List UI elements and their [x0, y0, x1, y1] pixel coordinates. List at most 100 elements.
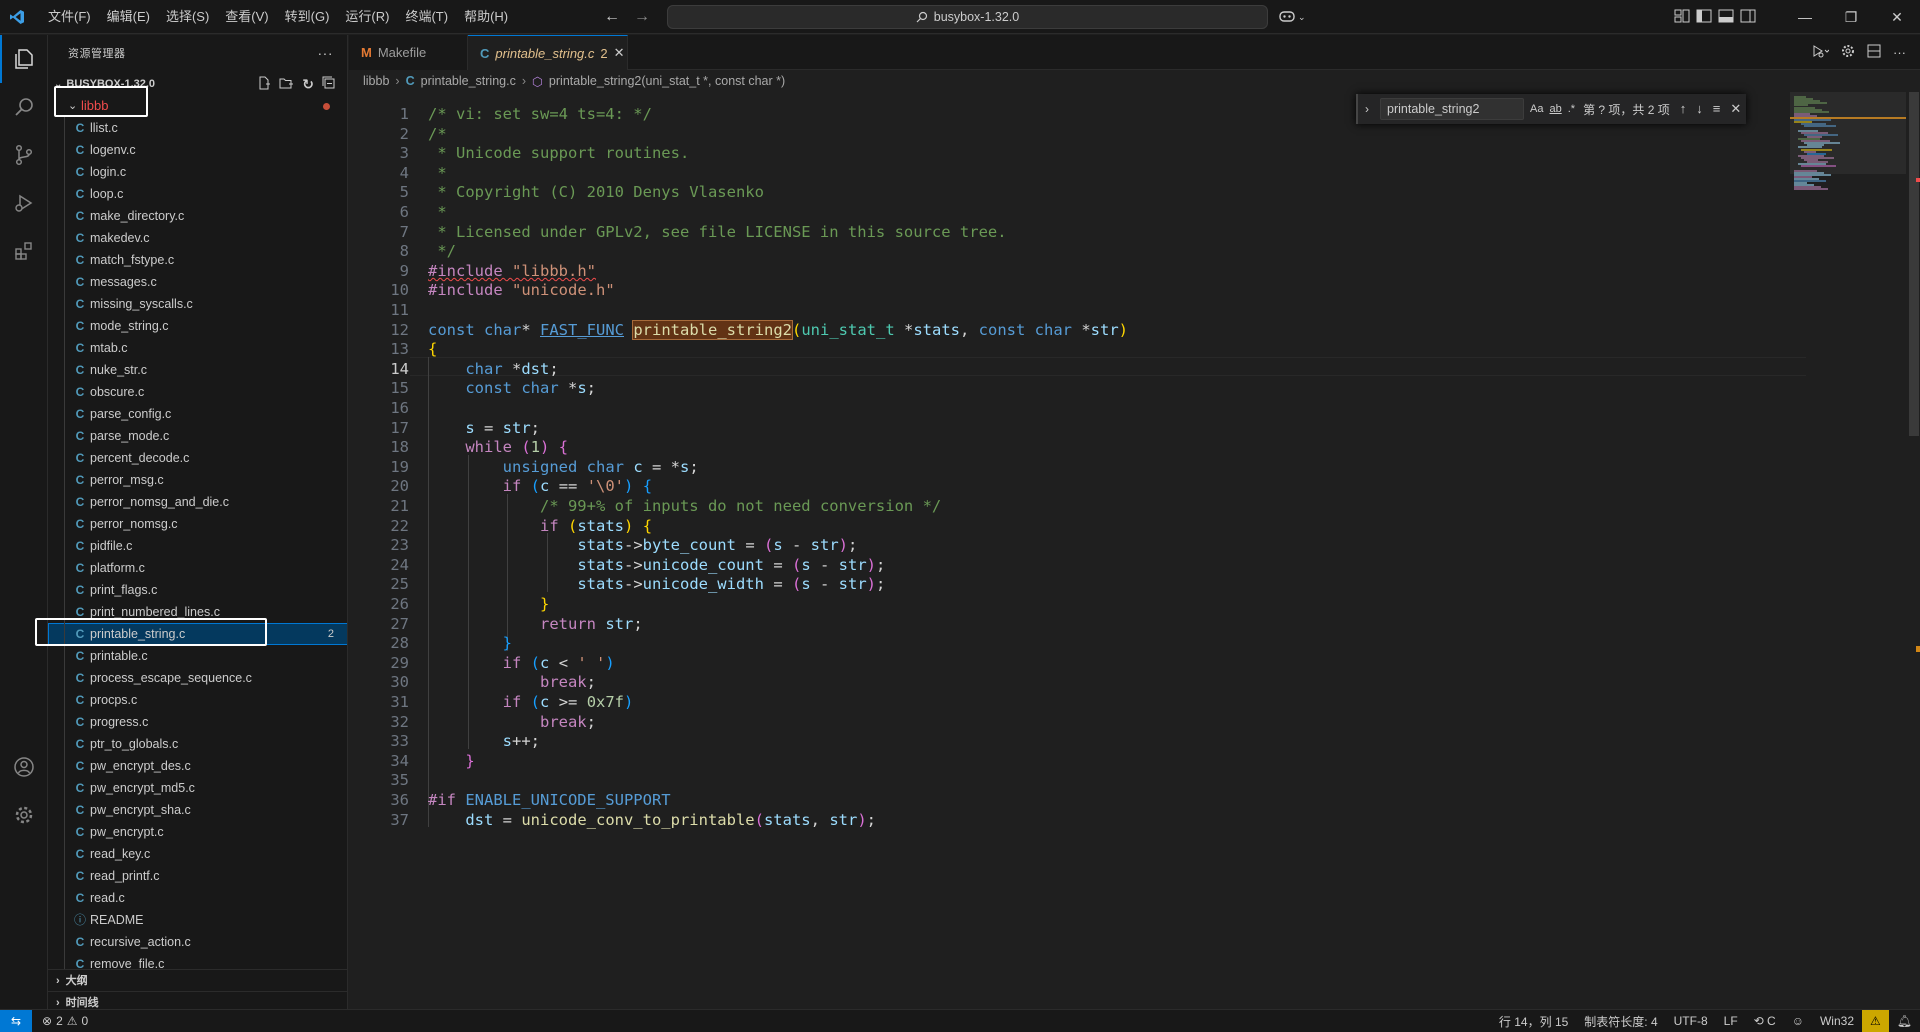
file-item[interactable]: Cnuke_str.c	[48, 359, 347, 381]
file-item[interactable]: Cprintable.c	[48, 645, 347, 667]
more-actions-icon[interactable]: ···	[318, 45, 334, 61]
file-item[interactable]: Cpidfile.c	[48, 535, 347, 557]
file-item[interactable]: Cread.c	[48, 887, 347, 909]
file-item[interactable]: Cprintable_string.c 2	[48, 623, 347, 645]
tab-makefile[interactable]: M Makefile	[349, 35, 468, 70]
go-forward-icon[interactable]: →	[634, 8, 650, 26]
workspace-folder-header[interactable]: ⌄ BUSYBOX-1.32.0 ↻	[48, 73, 347, 95]
new-folder-icon[interactable]	[279, 76, 294, 93]
menu-item[interactable]: 终端(T)	[397, 0, 456, 34]
next-match-icon[interactable]: ↓	[1696, 101, 1703, 117]
menu-item[interactable]: 选择(S)	[158, 0, 217, 34]
toggle-primary-sidebar-icon[interactable]	[1696, 9, 1712, 26]
folder-libbb[interactable]: ⌄ libbb	[48, 95, 347, 117]
encoding[interactable]: UTF-8	[1666, 1014, 1716, 1028]
vertical-scrollbar[interactable]	[1906, 92, 1920, 1009]
scrollbar-thumb[interactable]	[1909, 92, 1919, 436]
more-actions-icon[interactable]: ···	[1893, 45, 1906, 60]
customize-layout-icon[interactable]	[1674, 9, 1690, 26]
warning-status-icon[interactable]: ⚠	[1862, 1010, 1889, 1032]
menu-item[interactable]: 编辑(E)	[99, 0, 158, 34]
source-control-icon[interactable]	[0, 131, 48, 179]
collapse-all-icon[interactable]	[322, 76, 336, 93]
breadcrumb-file[interactable]: printable_string.c	[421, 74, 516, 88]
remote-indicator-icon[interactable]: ⇆	[0, 1010, 32, 1032]
menu-item[interactable]: 转到(G)	[277, 0, 338, 34]
copilot-button[interactable]: ⌄	[1278, 0, 1306, 34]
file-item[interactable]: Cpw_encrypt.c	[48, 821, 347, 843]
file-item[interactable]: Cplatform.c	[48, 557, 347, 579]
file-item[interactable]: Cptr_to_globals.c	[48, 733, 347, 755]
menu-item[interactable]: 运行(R)	[337, 0, 397, 34]
new-file-icon[interactable]	[257, 76, 271, 93]
file-item[interactable]: Cparse_config.c	[48, 403, 347, 425]
file-item[interactable]: Cllist.c	[48, 117, 347, 139]
settings-icon[interactable]	[1841, 44, 1855, 61]
file-item[interactable]: Cmtab.c	[48, 337, 347, 359]
file-item[interactable]: Cloop.c	[48, 183, 347, 205]
file-item[interactable]: Crecursive_action.c	[48, 931, 347, 953]
extensions-icon[interactable]	[0, 227, 48, 275]
file-item[interactable]: Cmatch_fstype.c	[48, 249, 347, 271]
find-in-selection-icon[interactable]: ≡	[1713, 101, 1721, 117]
file-item[interactable]: Cperror_nomsg.c	[48, 513, 347, 535]
use-regex-toggle[interactable]: .*	[1568, 103, 1575, 115]
file-item[interactable]: ⓘ README	[48, 909, 347, 931]
platform-config[interactable]: Win32	[1812, 1014, 1862, 1028]
notifications-icon[interactable]: 🔔︎	[1889, 1014, 1920, 1028]
run-debug-icon[interactable]	[0, 179, 48, 227]
file-item[interactable]: Cread_printf.c	[48, 865, 347, 887]
toggle-panel-icon[interactable]	[1718, 9, 1734, 26]
code-editor[interactable]: 1 2 3 4 5 6 7 8 9 10 11 12 13 14 15 16 17 18 19 20 21 22 23 24 2…	[349, 92, 1920, 1009]
run-icon[interactable]	[1811, 44, 1830, 61]
toggle-secondary-sidebar-icon[interactable]	[1740, 9, 1756, 26]
file-item[interactable]: Cprint_numbered_lines.c	[48, 601, 347, 623]
file-item[interactable]: Cprint_flags.c	[48, 579, 347, 601]
restore-button[interactable]: ❐	[1828, 0, 1874, 34]
copilot-status-icon[interactable]: ☺	[1784, 1014, 1812, 1028]
split-editor-icon[interactable]	[1867, 44, 1881, 61]
minimap[interactable]	[1790, 92, 1906, 1009]
file-item[interactable]: Cpw_encrypt_des.c	[48, 755, 347, 777]
gear-icon[interactable]	[0, 791, 48, 839]
tab-printable-string[interactable]: C printable_string.c 2 ✕	[468, 35, 628, 70]
file-item[interactable]: Cmakedev.c	[48, 227, 347, 249]
file-item[interactable]: Cprogress.c	[48, 711, 347, 733]
file-item[interactable]: Cread_key.c	[48, 843, 347, 865]
accounts-icon[interactable]	[0, 743, 48, 791]
menu-item[interactable]: 文件(F)	[40, 0, 99, 34]
file-item[interactable]: Cmessages.c	[48, 271, 347, 293]
match-case-toggle[interactable]: Aa	[1530, 103, 1543, 115]
cursor-position[interactable]: 行 14，列 15	[1491, 1013, 1576, 1030]
close-tab-icon[interactable]: ✕	[614, 45, 625, 61]
file-item[interactable]: Cperror_msg.c	[48, 469, 347, 491]
refresh-icon[interactable]: ↻	[302, 76, 314, 93]
go-back-icon[interactable]: ←	[604, 8, 620, 26]
command-center[interactable]: busybox-1.32.0	[667, 5, 1268, 29]
file-item[interactable]: Cmissing_syscalls.c	[48, 293, 347, 315]
breadcrumb-symbol[interactable]: printable_string2(uni_stat_t *, const ch…	[549, 74, 785, 88]
match-whole-word-toggle[interactable]: ab	[1549, 103, 1561, 115]
search-view-icon[interactable]	[0, 83, 48, 131]
file-item[interactable]: Clogenv.c	[48, 139, 347, 161]
close-find-icon[interactable]: ✕	[1730, 101, 1741, 117]
file-item[interactable]: Cpw_encrypt_sha.c	[48, 799, 347, 821]
file-item[interactable]: Cpercent_decode.c	[48, 447, 347, 469]
explorer-icon[interactable]	[0, 35, 48, 83]
file-item[interactable]: Cparse_mode.c	[48, 425, 347, 447]
indentation[interactable]: 制表符长度: 4	[1576, 1013, 1665, 1030]
file-item[interactable]: Cprocess_escape_sequence.c	[48, 667, 347, 689]
language-mode[interactable]: ⟲ C	[1746, 1014, 1784, 1028]
timeline-section[interactable]: › 时间线	[48, 991, 347, 1009]
menu-item[interactable]: 查看(V)	[217, 0, 276, 34]
minimize-button[interactable]: —	[1782, 0, 1828, 34]
file-item[interactable]: Cmode_string.c	[48, 315, 347, 337]
file-item[interactable]: Cobscure.c	[48, 381, 347, 403]
breadcrumb-folder[interactable]: libbb	[363, 74, 389, 88]
find-input[interactable]: printable_string2	[1380, 98, 1524, 120]
end-of-line[interactable]: LF	[1716, 1014, 1746, 1028]
file-item[interactable]: Cmake_directory.c	[48, 205, 347, 227]
menu-item[interactable]: 帮助(H)	[456, 0, 516, 34]
file-item[interactable]: Cpw_encrypt_md5.c	[48, 777, 347, 799]
minimap-viewport[interactable]	[1790, 92, 1906, 174]
